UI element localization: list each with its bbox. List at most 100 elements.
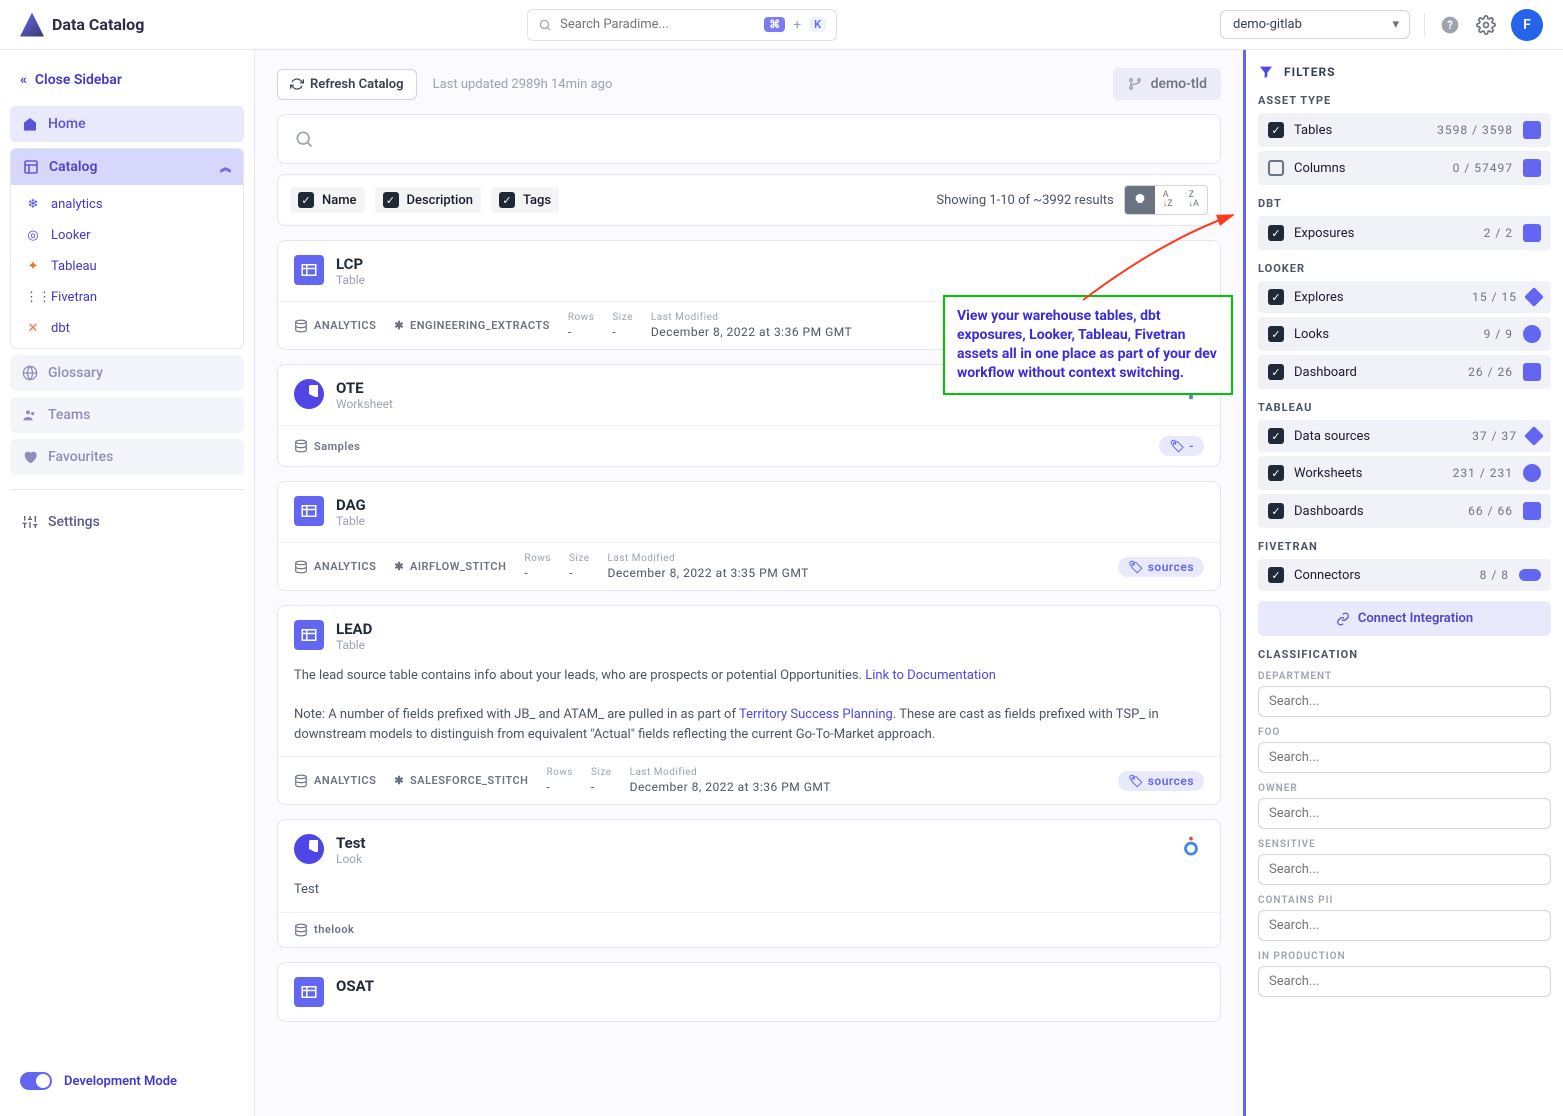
filter-row-dashboard[interactable]: ✓Dashboard26 / 26	[1258, 355, 1551, 389]
result-card[interactable]: OSAT	[277, 962, 1221, 1022]
classification-search-contains-pii[interactable]	[1258, 910, 1551, 941]
checkbox-icon: ✓	[1268, 428, 1284, 444]
close-sidebar[interactable]: « Close Sidebar	[10, 66, 244, 94]
help-icon[interactable]: ?	[1439, 14, 1461, 36]
workspace-select[interactable]: demo-gitlab	[1220, 10, 1410, 39]
source-icon: ◎	[25, 228, 41, 243]
sidebar-sub-dbt[interactable]: ✕dbt	[11, 313, 243, 344]
teams-icon	[22, 407, 38, 423]
checkbox-icon: ✓	[1268, 567, 1284, 583]
source-icon	[1180, 620, 1204, 644]
filter-tags-checkbox[interactable]: ✓Tags	[491, 187, 559, 213]
nav-home[interactable]: Home	[10, 106, 244, 142]
type-icon	[1524, 287, 1544, 307]
sort-za[interactable]: Z↓A	[1181, 186, 1207, 214]
territory-link[interactable]: Territory Success Planning	[739, 707, 893, 722]
table-icon	[294, 977, 324, 1007]
filter-row-worksheets[interactable]: ✓Worksheets231 / 231	[1258, 456, 1551, 490]
filter-name-checkbox[interactable]: ✓Name	[290, 187, 365, 213]
filter-row-tables[interactable]: ✓Tables3598 / 3598	[1258, 113, 1551, 147]
search-icon	[538, 18, 552, 32]
sidebar-sub-tableau[interactable]: ✦Tableau	[11, 251, 243, 282]
filter-row-looks[interactable]: ✓Looks9 / 9	[1258, 317, 1551, 351]
last-updated-text: Last updated 2989h 14min ago	[433, 77, 613, 92]
classification-search-owner[interactable]	[1258, 798, 1551, 829]
tag-icon: 🏷	[1128, 560, 1144, 574]
env-chip[interactable]: demo-tld	[1113, 68, 1221, 100]
filters-panel: FILTERS ASSET TYPE✓Tables3598 / 3598Colu…	[1243, 50, 1563, 1116]
catalog-search[interactable]	[277, 114, 1221, 164]
db-chip: Samples	[294, 439, 360, 453]
sidebar-sub-fivetran[interactable]: ⋮⋮Fivetran	[11, 282, 243, 313]
search-icon	[294, 129, 314, 149]
filter-icon	[1258, 64, 1274, 80]
classification-search-sensitive[interactable]	[1258, 854, 1551, 885]
filter-description-checkbox[interactable]: ✓Description	[375, 187, 481, 213]
card-description: The lead source table contains info abou…	[278, 666, 1220, 756]
sidebar: « Close Sidebar Home Catalog ︽ ❄analytic…	[0, 50, 255, 1116]
nav-settings[interactable]: Settings	[10, 504, 244, 540]
filter-group-label: FIVETRAN	[1258, 540, 1551, 553]
tag-pill[interactable]: 🏷sources	[1118, 557, 1204, 577]
classification-search-foo[interactable]	[1258, 742, 1551, 773]
tag-pill[interactable]: 🏷-	[1159, 436, 1204, 456]
sidebar-sub-looker[interactable]: ◎Looker	[11, 220, 243, 251]
checkbox-icon: ✓	[1268, 503, 1284, 519]
card-subtitle: Table	[336, 514, 1168, 528]
bulb-icon	[1133, 193, 1147, 207]
classification-label: SENSITIVE	[1258, 839, 1551, 850]
kbd-k: K	[809, 17, 826, 32]
source-icon: ⋮⋮	[25, 290, 41, 305]
settings-icon[interactable]	[1475, 14, 1497, 36]
user-avatar[interactable]: F	[1511, 9, 1543, 41]
table-icon	[294, 496, 324, 526]
dev-mode-toggle[interactable]	[20, 1072, 52, 1090]
pie-icon	[294, 379, 324, 409]
checkbox-icon: ✓	[1268, 289, 1284, 305]
result-card[interactable]: TestLookTestthelook	[277, 819, 1221, 948]
card-title: DAG	[336, 496, 1168, 514]
nav-glossary[interactable]: Glossary	[10, 355, 244, 391]
sort-az[interactable]: A↓Z	[1155, 186, 1181, 214]
nav-teams[interactable]: Teams	[10, 397, 244, 433]
card-subtitle: Look	[336, 852, 1168, 866]
sort-relevance[interactable]	[1125, 186, 1155, 214]
home-icon	[22, 116, 38, 132]
type-icon	[1523, 325, 1541, 343]
database-icon	[294, 560, 308, 574]
filter-row-data-sources[interactable]: ✓Data sources37 / 37	[1258, 420, 1551, 452]
nav-favourites[interactable]: Favourites	[10, 439, 244, 475]
checkbox-icon: ✓	[1268, 225, 1284, 241]
filter-row-connectors[interactable]: ✓Connectors8 / 8	[1258, 559, 1551, 591]
card-title: OSAT	[336, 977, 1168, 995]
source-icon	[1180, 496, 1204, 520]
classification-label: OWNER	[1258, 783, 1551, 794]
tag-icon: 🏷	[1128, 774, 1144, 788]
source-icon: ✦	[25, 259, 41, 274]
doc-link[interactable]: Link to Documentation	[865, 668, 996, 683]
connect-integration-button[interactable]: Connect Integration	[1258, 601, 1551, 636]
filter-row-columns[interactable]: Columns0 / 57497	[1258, 151, 1551, 185]
result-card[interactable]: DAGTableANALYTICS✱AIRFLOW_STITCHRows-Siz…	[277, 481, 1221, 591]
classification-search-in-production[interactable]	[1258, 966, 1551, 997]
database-icon	[294, 923, 308, 937]
search-input[interactable]	[560, 17, 756, 32]
tag-pill[interactable]: 🏷sources	[1118, 771, 1204, 791]
database-icon	[294, 774, 308, 788]
checkbox-icon: ✓	[1268, 326, 1284, 342]
kbd-cmd: ⌘	[764, 17, 785, 32]
refresh-catalog-button[interactable]: Refresh Catalog	[277, 69, 417, 100]
nav-catalog[interactable]: Catalog ︽	[11, 149, 243, 185]
sidebar-sub-analytics[interactable]: ❄analytics	[11, 189, 243, 220]
chevron-up-icon: ︽	[220, 159, 231, 175]
result-card[interactable]: LEADTableThe lead source table contains …	[277, 605, 1221, 805]
table-icon	[294, 255, 324, 285]
annotation-callout: View your warehouse tables, dbt exposure…	[943, 295, 1233, 395]
filter-row-dashboards[interactable]: ✓Dashboards66 / 66	[1258, 494, 1551, 528]
filter-row-exposures[interactable]: ✓Exposures2 / 2	[1258, 216, 1551, 250]
filter-row-explores[interactable]: ✓Explores15 / 15	[1258, 281, 1551, 313]
global-search[interactable]: ⌘ + K	[527, 9, 837, 41]
filter-group-label: TABLEAU	[1258, 401, 1551, 414]
classification-search-department[interactable]	[1258, 686, 1551, 717]
filter-group-label: DBT	[1258, 197, 1551, 210]
